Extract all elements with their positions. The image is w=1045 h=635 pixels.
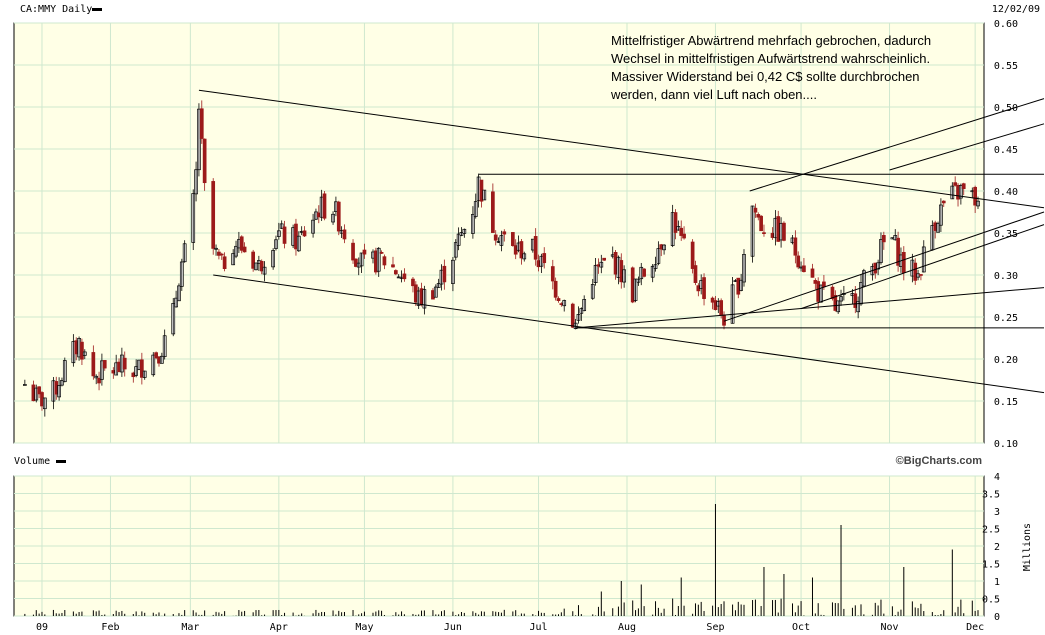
x-tick-label: 09	[36, 622, 48, 633]
x-tick-label: Jul	[529, 622, 547, 633]
volume-header-bar	[0, 452, 1045, 468]
annotation-line: werden, dann viel Luft nach oben....	[610, 87, 817, 102]
bigcharts-watermark: ©BigCharts.com	[896, 455, 983, 467]
y-tick-label: 4	[994, 472, 1000, 483]
y-tick-label: 0.20	[994, 355, 1018, 366]
x-tick-label: Nov	[881, 622, 899, 633]
y-tick-label: 0.45	[994, 145, 1018, 156]
annotation-line: Massiver Widerstand bei 0,42 C$ sollte d…	[611, 69, 920, 84]
x-axis-labels: 09 Feb Mar Apr May Jun Jul Aug Sep Oct Nov Dec	[36, 622, 984, 633]
y-tick-label: 1	[994, 577, 1000, 588]
y-tick-label: 0.10	[994, 439, 1018, 450]
y-tick-label: 3.5	[982, 490, 1000, 501]
price-y-axis: 0.60 0.55 0.50 0.45 0.40 0.35 0.30 0.25 0.20 0.15…	[994, 19, 1018, 450]
y-tick-label: 0.15	[994, 397, 1018, 408]
x-tick-label: Mar	[181, 622, 199, 633]
y-tick-label: 0.50	[994, 103, 1018, 114]
x-tick-label: Dec	[966, 622, 984, 633]
y-tick-label: 2.5	[982, 525, 1000, 536]
annotation-line: Wechsel in mittelfristigen Aufwärtstrend…	[611, 51, 930, 66]
y-tick-label: 0.5	[982, 595, 1000, 606]
y-tick-label: 0.40	[994, 187, 1018, 198]
volume-legend-swatch-icon	[56, 460, 66, 463]
volume-y-axis: 4 3.5 3 2.5 2 1.5 1 0.5 0	[982, 472, 1000, 623]
y-tick-label: 0.30	[994, 271, 1018, 282]
y-tick-label: 1.5	[982, 560, 1000, 571]
x-tick-label: Oct	[792, 622, 810, 633]
x-tick-label: May	[355, 622, 373, 633]
y-tick-label: 0.25	[994, 313, 1018, 324]
annotation-line: Mittelfristiger Abwärtrend mehrfach gebr…	[611, 33, 931, 48]
x-tick-label: Apr	[270, 622, 288, 633]
y-tick-label: 0.55	[994, 61, 1018, 72]
y-tick-label: 0.35	[994, 229, 1018, 240]
x-tick-label: Feb	[101, 622, 119, 633]
volume-unit-label: Millions	[1022, 523, 1033, 571]
symbol-label: CA:MMY Daily	[20, 4, 92, 15]
y-tick-label: 0.60	[994, 19, 1018, 30]
x-tick-label: Jun	[444, 622, 462, 633]
y-tick-label: 3	[994, 507, 1000, 518]
x-tick-label: Sep	[706, 622, 724, 633]
y-tick-label: 2	[994, 542, 1000, 553]
stock-chart: 0.600.550.500.450.400.350.300.250.200.15…	[0, 4, 1045, 633]
date-label: 12/02/09	[992, 4, 1040, 15]
x-tick-label: Aug	[618, 622, 636, 633]
y-tick-label: 0	[994, 612, 1000, 623]
legend-swatch-icon	[92, 8, 102, 11]
volume-label: Volume	[14, 456, 50, 467]
